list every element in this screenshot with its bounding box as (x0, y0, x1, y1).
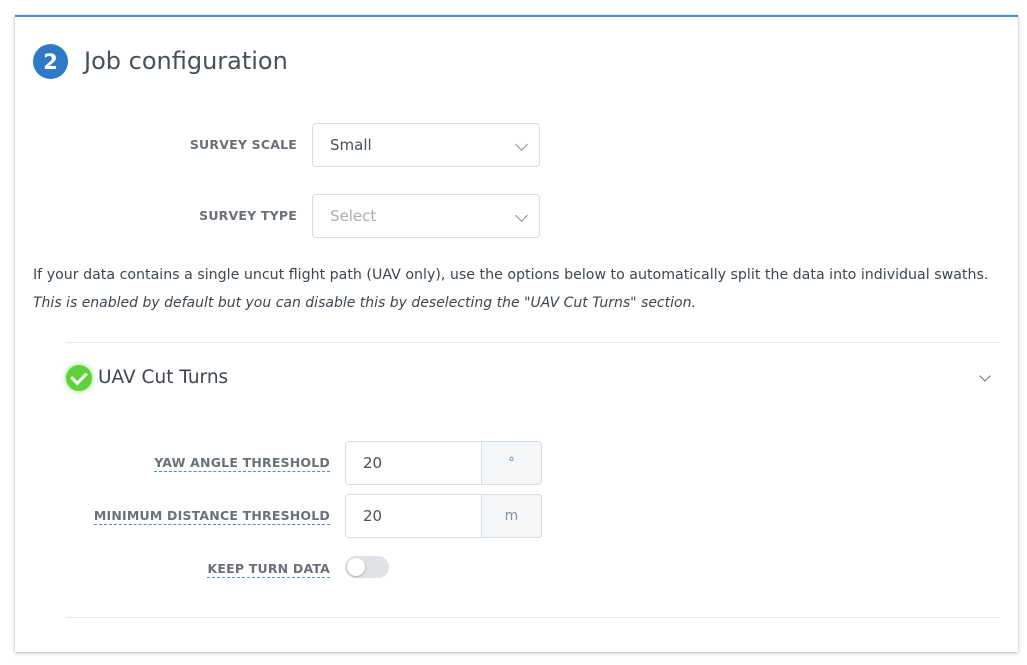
section-title[interactable]: UAV Cut Turns (98, 366, 228, 390)
min-distance-input[interactable]: 20 (346, 495, 481, 537)
check-circle-icon[interactable] (66, 365, 92, 391)
survey-scale-value: Small (330, 136, 372, 154)
survey-scale-label: SURVEY SCALE (189, 137, 297, 152)
survey-type-select[interactable]: Select (312, 194, 540, 238)
keep-turn-data-toggle[interactable] (345, 556, 389, 578)
chevron-down-icon (515, 209, 528, 222)
section-divider (66, 342, 1000, 343)
min-distance-unit: m (481, 495, 541, 537)
yaw-angle-input[interactable]: 20 (346, 442, 481, 484)
chevron-down-icon[interactable] (979, 370, 991, 382)
toggle-knob (347, 558, 365, 576)
yaw-angle-unit: ° (481, 442, 541, 484)
info-note: This is enabled by default but you can d… (33, 295, 696, 311)
survey-type-placeholder: Select (330, 207, 377, 225)
page-title: Job configuration (84, 47, 288, 75)
section-divider-bottom (66, 617, 1000, 618)
keep-turn-data-label: KEEP TURN DATA (207, 561, 330, 578)
yaw-angle-label: YAW ANGLE THRESHOLD (154, 455, 330, 472)
chevron-down-icon (515, 138, 528, 151)
survey-type-label: SURVEY TYPE (199, 208, 297, 223)
min-distance-input-group[interactable]: 20 m (345, 494, 542, 538)
min-distance-label: MINIMUM DISTANCE THRESHOLD (93, 508, 330, 525)
info-text: If your data contains a single uncut fli… (33, 267, 989, 283)
survey-scale-select[interactable]: Small (312, 123, 540, 167)
step-number-badge: 2 (33, 44, 68, 79)
job-configuration-card: 2 Job configuration SURVEY SCALE Small S… (15, 15, 1018, 652)
yaw-angle-input-group[interactable]: 20 ° (345, 441, 542, 485)
